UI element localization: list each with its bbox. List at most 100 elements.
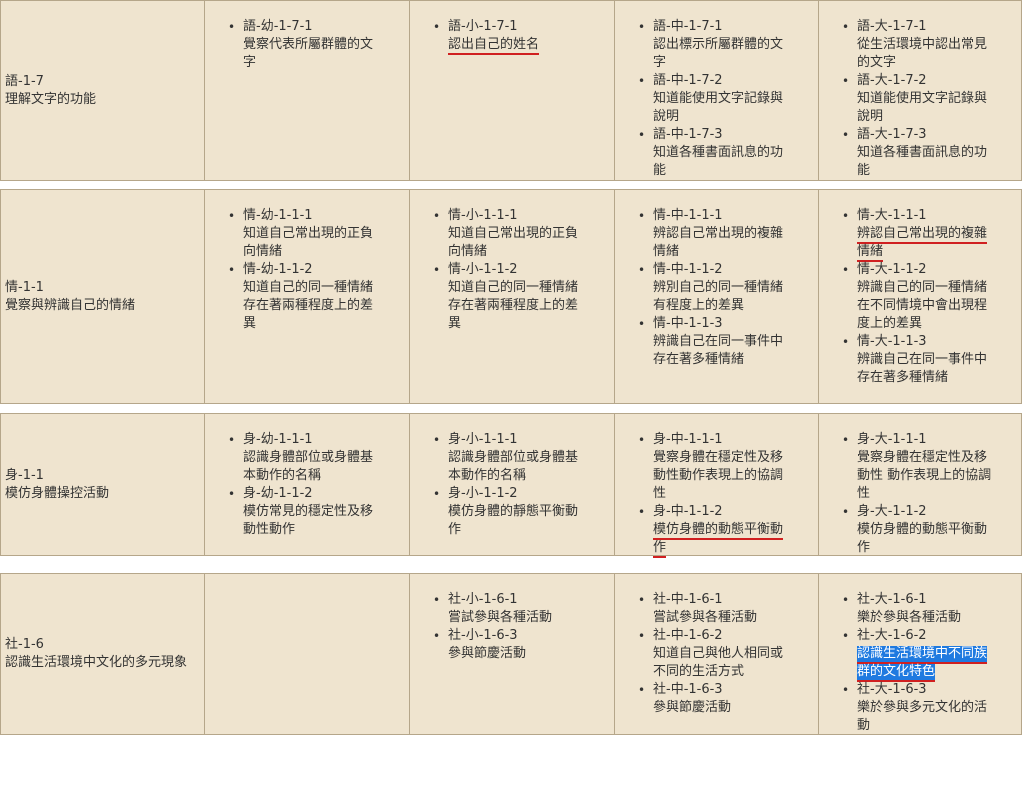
indicator-list: 語-大-1-7-1 從生活環境中認出常見的文字 語-大-1-7-2 知道能使用文… xyxy=(819,1,999,180)
level-cell-xiao: 情-小-1-1-1 知道自己常出現的正負向情緒 情-小-1-1-2 知道自己的同… xyxy=(410,190,615,403)
list-item: 身-中-1-1-1 覺察身體在穩定性及移動性動作表現上的協調性 xyxy=(635,431,795,503)
indicator-code: 語-大-1-7-3 xyxy=(857,127,927,142)
indicator-code: 情-幼-1-1-2 xyxy=(243,262,313,277)
indicator-code: 社-大-1-6-1 xyxy=(857,592,927,607)
indicator-list: 身-幼-1-1-1 認識身體部位或身體基本動作的名稱 身-幼-1-1-2 模仿常… xyxy=(205,414,385,539)
indicator-desc: 覺察身體在穩定性及移動性 動作表現上的協調性 xyxy=(857,450,992,501)
list-item: 情-中-1-1-3 辨識自己在同一事件中存在著多種情緒 xyxy=(635,315,795,369)
list-item: 情-小-1-1-1 知道自己常出現的正負向情緒 xyxy=(430,207,590,261)
row-label-code: 語-1-7 xyxy=(5,73,44,89)
indicator-code: 身-中-1-1-1 xyxy=(653,432,723,447)
indicator-list: 情-小-1-1-1 知道自己常出現的正負向情緒 情-小-1-1-2 知道自己的同… xyxy=(410,190,590,333)
indicator-desc: 知道各種書面訊息的功能 xyxy=(653,145,784,178)
table-row: 社-1-6 認識生活環境中文化的多元現象 社-小-1-6-1 嘗試參與各種活動 … xyxy=(0,573,1022,735)
list-item: 語-小-1-7-1 認出自己的姓名 xyxy=(430,18,590,55)
indicator-code: 語-中-1-7-2 xyxy=(653,73,723,88)
indicator-code: 情-中-1-1-2 xyxy=(653,262,723,277)
indicator-desc: 參與節慶活動 xyxy=(448,646,527,661)
row-label-cell: 語-1-7 理解文字的功能 xyxy=(1,1,205,180)
indicator-code: 社-中-1-6-1 xyxy=(653,592,723,607)
table-row: 語-1-7 理解文字的功能 語-幼-1-7-1 覺察代表所屬群體的文字 語-小-… xyxy=(0,0,1022,181)
row-label-desc: 認識生活環境中文化的多元現象 xyxy=(5,655,188,670)
indicator-code: 社-中-1-6-3 xyxy=(653,682,723,697)
indicator-desc: 從生活環境中認出常見的文字 xyxy=(857,37,988,70)
indicator-list: 身-中-1-1-1 覺察身體在穩定性及移動性動作表現上的協調性 身-中-1-1-… xyxy=(615,414,795,558)
list-item: 語-中-1-7-1 認出標示所屬群體的文字 xyxy=(635,18,795,72)
indicator-desc: 知道能使用文字記錄與說明 xyxy=(653,91,784,124)
level-cell-xiao: 語-小-1-7-1 認出自己的姓名 xyxy=(410,1,615,180)
level-cell-youyou: 語-幼-1-7-1 覺察代表所屬群體的文字 xyxy=(205,1,410,180)
list-item: 社-大-1-6-3 樂於參與多元文化的活動 xyxy=(839,681,999,735)
indicator-list: 社-中-1-6-1 嘗試參與各種活動 社-中-1-6-2 知道自己與他人相同或不… xyxy=(615,574,795,717)
level-cell-da: 語-大-1-7-1 從生活環境中認出常見的文字 語-大-1-7-2 知道能使用文… xyxy=(819,1,1021,180)
level-cell-xiao: 身-小-1-1-1 認識身體部位或身體基本動作的名稱 身-小-1-1-2 模仿身… xyxy=(410,414,615,555)
indicator-desc: 模仿身體的靜態平衡動作 xyxy=(448,504,579,537)
indicator-desc: 知道自己的同一種情緒存在著兩種程度上的差異 xyxy=(448,280,579,331)
indicator-code: 社-小-1-6-1 xyxy=(448,592,518,607)
list-item: 社-中-1-6-2 知道自己與他人相同或不同的生活方式 xyxy=(635,627,795,681)
list-item: 情-小-1-1-2 知道自己的同一種情緒存在著兩種程度上的差異 xyxy=(430,261,590,333)
list-item: 情-中-1-1-2 辨別自己的同一種情緒有程度上的差異 xyxy=(635,261,795,315)
indicator-desc-underlined: 辨認自己常出現的複雜情緒 xyxy=(857,226,988,262)
list-item: 身-大-1-1-1 覺察身體在穩定性及移動性 動作表現上的協調性 xyxy=(839,431,999,503)
list-item: 社-大-1-6-2 認識生活環境中不同族群的文化特色 xyxy=(839,627,999,682)
indicator-code: 身-大-1-1-1 xyxy=(857,432,927,447)
row-label-code: 社-1-6 xyxy=(5,637,44,652)
indicator-code: 情-中-1-1-3 xyxy=(653,316,723,331)
indicator-code: 情-中-1-1-1 xyxy=(653,208,723,223)
list-item: 情-大-1-1-3 辨識自己在同一事件中存在著多種情緒 xyxy=(839,333,999,387)
list-item: 社-小-1-6-3 參與節慶活動 xyxy=(430,627,590,663)
list-item: 身-小-1-1-2 模仿身體的靜態平衡動作 xyxy=(430,485,590,539)
level-cell-youyou xyxy=(205,574,410,734)
indicator-desc-selected[interactable]: 認識生活環境中不同族群的文化特色 xyxy=(857,646,988,682)
indicator-desc: 辨別自己的同一種情緒有程度上的差異 xyxy=(653,280,784,313)
indicator-list: 社-小-1-6-1 嘗試參與各種活動 社-小-1-6-3 參與節慶活動 xyxy=(410,574,590,663)
list-item: 語-中-1-7-2 知道能使用文字記錄與說明 xyxy=(635,72,795,126)
level-cell-da: 社-大-1-6-1 樂於參與各種活動 社-大-1-6-2 認識生活環境中不同族群… xyxy=(819,574,1021,734)
indicator-code: 社-中-1-6-2 xyxy=(653,628,723,643)
level-cell-youyou: 身-幼-1-1-1 認識身體部位或身體基本動作的名稱 身-幼-1-1-2 模仿常… xyxy=(205,414,410,555)
indicator-list: 身-小-1-1-1 認識身體部位或身體基本動作的名稱 身-小-1-1-2 模仿身… xyxy=(410,414,590,539)
list-item: 情-大-1-1-2 辨識自己的同一種情緒在不同情境中會出現程度上的差異 xyxy=(839,261,999,333)
indicator-desc: 知道自己的同一種情緒存在著兩種程度上的差異 xyxy=(243,280,374,331)
indicator-code: 身-幼-1-1-2 xyxy=(243,486,313,501)
indicator-desc: 知道能使用文字記錄與說明 xyxy=(857,91,988,124)
indicator-code: 社-大-1-6-3 xyxy=(857,682,927,697)
level-cell-youyou: 情-幼-1-1-1 知道自己常出現的正負向情緒 情-幼-1-1-2 知道自己的同… xyxy=(205,190,410,403)
indicator-list: 社-大-1-6-1 樂於參與各種活動 社-大-1-6-2 認識生活環境中不同族群… xyxy=(819,574,999,735)
row-label-code: 身-1-1 xyxy=(5,467,44,483)
indicator-code: 語-小-1-7-1 xyxy=(448,19,518,34)
indicator-code: 語-中-1-7-1 xyxy=(653,19,723,34)
indicator-code: 語-大-1-7-2 xyxy=(857,73,927,88)
row-label-desc: 理解文字的功能 xyxy=(5,91,97,107)
indicator-list: 情-中-1-1-1 辨認自己常出現的複雜情緒 情-中-1-1-2 辨別自己的同一… xyxy=(615,190,795,369)
list-item: 身-幼-1-1-1 認識身體部位或身體基本動作的名稱 xyxy=(225,431,385,485)
indicator-code: 情-小-1-1-1 xyxy=(448,208,518,223)
indicator-code: 情-大-1-1-1 xyxy=(857,208,927,223)
indicator-desc: 參與節慶活動 xyxy=(653,700,732,715)
indicator-code: 情-大-1-1-3 xyxy=(857,334,927,349)
indicator-code: 身-中-1-1-2 xyxy=(653,504,723,519)
row-label-cell: 社-1-6 認識生活環境中文化的多元現象 xyxy=(1,574,205,734)
list-item: 身-中-1-1-2 模仿身體的動態平衡動作 xyxy=(635,503,795,558)
indicator-code: 身-大-1-1-2 xyxy=(857,504,927,519)
level-cell-zhong: 社-中-1-6-1 嘗試參與各種活動 社-中-1-6-2 知道自己與他人相同或不… xyxy=(615,574,819,734)
list-item: 身-小-1-1-1 認識身體部位或身體基本動作的名稱 xyxy=(430,431,590,485)
level-cell-da: 情-大-1-1-1 辨認自己常出現的複雜情緒 情-大-1-1-2 辨識自己的同一… xyxy=(819,190,1021,403)
list-item: 語-大-1-7-1 從生活環境中認出常見的文字 xyxy=(839,18,999,72)
indicator-desc: 嘗試參與各種活動 xyxy=(653,610,758,625)
list-item: 情-幼-1-1-1 知道自己常出現的正負向情緒 xyxy=(225,207,385,261)
list-item: 社-小-1-6-1 嘗試參與各種活動 xyxy=(430,591,590,627)
indicator-desc: 知道自己與他人相同或不同的生活方式 xyxy=(653,646,784,679)
indicator-list: 語-幼-1-7-1 覺察代表所屬群體的文字 xyxy=(205,1,385,72)
list-item: 情-幼-1-1-2 知道自己的同一種情緒存在著兩種程度上的差異 xyxy=(225,261,385,333)
indicator-desc: 覺察代表所屬群體的文字 xyxy=(243,37,374,70)
indicator-code: 身-小-1-1-1 xyxy=(448,432,518,447)
indicator-code: 情-大-1-1-2 xyxy=(857,262,927,277)
indicator-desc: 嘗試參與各種活動 xyxy=(448,610,553,625)
indicator-code: 語-中-1-7-3 xyxy=(653,127,723,142)
list-item: 身-大-1-1-2 模仿身體的動態平衡動作 xyxy=(839,503,999,557)
indicator-desc: 覺察身體在穩定性及移動性動作表現上的協調性 xyxy=(653,450,784,501)
indicator-code: 情-小-1-1-2 xyxy=(448,262,518,277)
level-cell-zhong: 語-中-1-7-1 認出標示所屬群體的文字 語-中-1-7-2 知道能使用文字記… xyxy=(615,1,819,180)
